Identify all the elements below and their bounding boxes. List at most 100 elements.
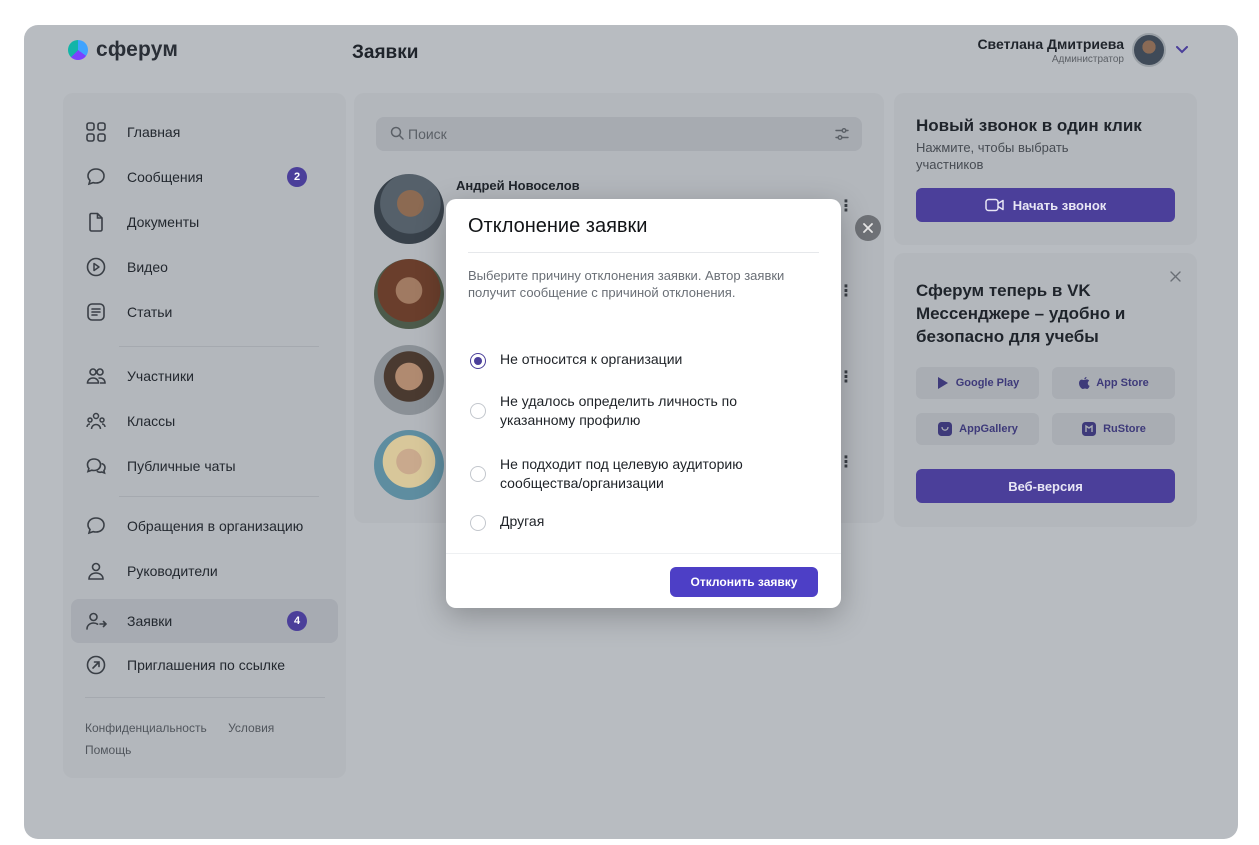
sidebar-divider bbox=[119, 346, 319, 347]
requests-count-badge: 4 bbox=[287, 611, 307, 631]
sidebar-item-video[interactable]: Видео bbox=[71, 245, 338, 289]
logo[interactable]: сферум bbox=[68, 38, 178, 62]
grid-icon bbox=[86, 122, 106, 142]
sidebar-item-appeals[interactable]: Обращения в организацию bbox=[71, 504, 338, 548]
sidebar-item-label: Сообщения bbox=[127, 169, 203, 185]
app-gallery-label: AppGallery bbox=[959, 423, 1018, 435]
sidebar-item-home[interactable]: Главная bbox=[71, 110, 338, 154]
apple-icon bbox=[1079, 377, 1090, 389]
sidebar-item-managers[interactable]: Руководители bbox=[71, 549, 338, 593]
app-store-label: App Store bbox=[1096, 377, 1149, 389]
sidebar-item-label: Классы bbox=[127, 413, 176, 429]
sidebar-item-messages[interactable]: Сообщения 2 bbox=[71, 155, 338, 199]
sidebar-item-label: Заявки bbox=[127, 613, 173, 629]
sidebar-item-label: Участники bbox=[127, 368, 194, 384]
google-play-button[interactable]: Google Play bbox=[916, 367, 1039, 399]
request-avatar bbox=[374, 174, 444, 244]
promo-title: Сферум теперь в VK Мессенджере – удобно … bbox=[916, 281, 1126, 346]
chat-bubble-icon bbox=[87, 517, 105, 535]
help-link[interactable]: Помощь bbox=[85, 743, 131, 757]
sidebar-item-requests[interactable]: Заявки 4 bbox=[71, 599, 338, 643]
profile-menu[interactable]: Светлана Дмитриева Администратор bbox=[977, 33, 1190, 67]
video-camera-icon bbox=[984, 198, 1004, 212]
reason-option-other[interactable]: Другая bbox=[470, 512, 810, 531]
request-avatar bbox=[374, 259, 444, 329]
people-icon bbox=[86, 368, 106, 384]
rustore-icon bbox=[1082, 422, 1097, 436]
web-version-button[interactable]: Веб-версия bbox=[916, 469, 1175, 503]
reason-option-identity[interactable]: Не удалось определить личность по указан… bbox=[470, 392, 810, 430]
document-icon bbox=[89, 212, 103, 232]
request-avatar bbox=[374, 430, 444, 500]
sidebar-item-label: Документы bbox=[127, 214, 200, 230]
start-call-label: Начать звонок bbox=[1012, 197, 1107, 213]
sidebar-footer: Конфиденциальность Условия Помощь bbox=[85, 717, 292, 761]
search-bar[interactable] bbox=[376, 117, 862, 151]
reject-request-modal: Отклонение заявки Выберите причину откло… bbox=[446, 199, 841, 608]
sidebar-item-label: Руководители bbox=[127, 563, 218, 579]
class-group-icon bbox=[86, 412, 106, 430]
search-input[interactable] bbox=[408, 117, 828, 151]
option-label: Не удалось определить личность по указан… bbox=[500, 393, 738, 428]
sidebar-item-label: Статьи bbox=[127, 304, 173, 320]
modal-footer-divider bbox=[446, 553, 841, 554]
app-gallery-button[interactable]: AppGallery bbox=[916, 413, 1039, 445]
unread-badge: 2 bbox=[287, 167, 307, 187]
link-arrow-icon bbox=[86, 655, 106, 675]
filter-icon[interactable] bbox=[834, 126, 850, 142]
top-bar: сферум Заявки Светлана Дмитриева Админис… bbox=[24, 25, 1238, 85]
user-name: Светлана Дмитриева bbox=[977, 35, 1124, 52]
close-modal-button[interactable] bbox=[855, 215, 881, 241]
app-gallery-icon bbox=[938, 422, 953, 436]
sidebar-item-articles[interactable]: Статьи bbox=[71, 290, 338, 334]
terms-link[interactable]: Условия bbox=[228, 721, 274, 735]
request-avatar bbox=[374, 345, 444, 415]
privacy-link[interactable]: Конфиденциальность bbox=[85, 721, 207, 735]
promo-card: Сферум теперь в VK Мессенджере – удобно … bbox=[894, 253, 1197, 527]
radio-button[interactable] bbox=[470, 515, 486, 531]
app-store-button[interactable]: App Store bbox=[1052, 367, 1175, 399]
sferum-logo-icon bbox=[68, 40, 88, 60]
play-circle-icon bbox=[86, 257, 106, 277]
sidebar: Главная Сообщения 2 Документы Видео Стат… bbox=[63, 93, 346, 778]
google-play-icon bbox=[937, 377, 948, 389]
chat-bubble-icon bbox=[87, 168, 105, 186]
reason-option-audience[interactable]: Не подходит под целевую аудиторию сообще… bbox=[470, 455, 810, 493]
sidebar-item-classes[interactable]: Классы bbox=[71, 399, 338, 443]
user-role: Администратор bbox=[1051, 53, 1124, 65]
option-label: Другая bbox=[500, 513, 545, 529]
start-call-button[interactable]: Начать звонок bbox=[916, 188, 1175, 222]
close-icon bbox=[863, 223, 873, 233]
sidebar-item-label: Главная bbox=[127, 124, 181, 140]
public-chat-icon bbox=[86, 458, 106, 475]
avatar[interactable] bbox=[1132, 33, 1166, 67]
option-label: Не относится к организации bbox=[500, 351, 683, 367]
sidebar-item-label: Приглашения по ссылке bbox=[127, 657, 286, 673]
modal-description: Выберите причину отклонения заявки. Авто… bbox=[468, 268, 785, 300]
reason-option-not-in-org[interactable]: Не относится к организации bbox=[470, 350, 810, 369]
person-icon bbox=[88, 562, 104, 580]
article-icon bbox=[87, 303, 105, 321]
radio-button[interactable] bbox=[470, 466, 486, 482]
logo-text: сферум bbox=[96, 38, 179, 61]
person-arrow-icon bbox=[86, 612, 107, 630]
search-icon bbox=[390, 126, 404, 140]
web-version-label: Веб-версия bbox=[1008, 478, 1083, 494]
call-card-subtitle: Нажмите, чтобы выбрать участников bbox=[916, 140, 1069, 172]
page-title: Заявки bbox=[352, 42, 419, 63]
reject-request-button[interactable]: Отклонить заявку bbox=[670, 567, 818, 597]
radio-button[interactable] bbox=[470, 403, 486, 419]
option-label: Не подходит под целевую аудиторию сообще… bbox=[500, 456, 743, 491]
sidebar-item-public-chats[interactable]: Публичные чаты bbox=[71, 444, 338, 488]
radio-button-checked[interactable] bbox=[470, 353, 486, 369]
sidebar-item-label: Видео bbox=[127, 259, 168, 275]
sidebar-item-documents[interactable]: Документы bbox=[71, 200, 338, 244]
sidebar-item-label: Обращения в организацию bbox=[127, 518, 304, 534]
sidebar-divider bbox=[85, 697, 325, 698]
request-name: Андрей Новоселов bbox=[456, 178, 580, 193]
sidebar-item-members[interactable]: Участники bbox=[71, 354, 338, 398]
sidebar-item-invite-links[interactable]: Приглашения по ссылке bbox=[71, 643, 338, 687]
rustore-button[interactable]: RuStore bbox=[1052, 413, 1175, 445]
google-play-label: Google Play bbox=[955, 377, 1020, 389]
chevron-down-icon[interactable] bbox=[1174, 42, 1190, 58]
